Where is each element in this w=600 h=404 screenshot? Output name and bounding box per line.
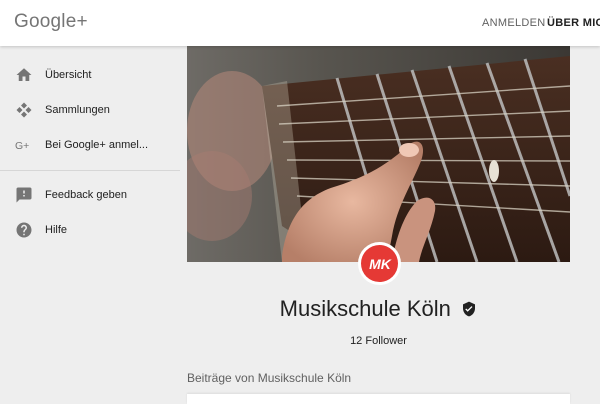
google-plus-icon: G+ <box>15 140 29 152</box>
sidebar-item-feedback[interactable]: Feedback geben <box>0 178 180 213</box>
follower-count[interactable]: 12 Follower <box>187 335 570 347</box>
login-link[interactable]: ANMELDEN <box>482 17 546 29</box>
guitar-fretboard-photo <box>187 46 570 262</box>
sidebar-item-google-plus-signin[interactable]: G+ Bei Google+ anmel... <box>0 128 180 163</box>
post-card[interactable] <box>187 394 570 404</box>
sidebar-nav: Übersicht Sammlungen G+ Bei Google+ anme… <box>0 58 180 248</box>
profile-avatar[interactable]: MK <box>358 242 401 285</box>
sidebar-item-label: Sammlungen <box>45 104 110 116</box>
verified-badge-icon <box>463 301 476 317</box>
sidebar-item-help[interactable]: Hilfe <box>0 213 180 248</box>
posts-section-heading: Beiträge von Musikschule Köln <box>187 371 352 385</box>
svg-text:MK: MK <box>369 256 392 272</box>
collections-icon <box>16 102 32 118</box>
mk-logo-icon: MK <box>369 256 392 272</box>
sidebar-item-label: Bei Google+ anmel... <box>45 139 149 151</box>
sidebar-item-label: Hilfe <box>45 224 68 236</box>
profile-name: Musikschule Köln <box>279 296 451 321</box>
top-app-bar: Google+ ANMELDEN ÜBER MICH <box>0 0 600 46</box>
cover-photo <box>187 46 570 262</box>
about-me-link[interactable]: ÜBER MICH <box>547 17 600 29</box>
google-plus-logo[interactable]: Google+ <box>14 11 88 33</box>
home-icon <box>16 68 32 81</box>
profile-title-row: Musikschule Köln <box>187 296 570 322</box>
svg-text:G+: G+ <box>15 140 29 152</box>
help-icon <box>16 222 32 238</box>
sidebar-item-label: Feedback geben <box>45 189 127 201</box>
avatar-logo: MK <box>361 245 398 282</box>
sidebar-divider <box>0 170 180 171</box>
sidebar-item-label: Übersicht <box>45 69 92 81</box>
sidebar-item-collections[interactable]: Sammlungen <box>0 93 180 128</box>
feedback-icon <box>16 187 32 203</box>
sidebar-item-overview[interactable]: Übersicht <box>0 58 180 93</box>
